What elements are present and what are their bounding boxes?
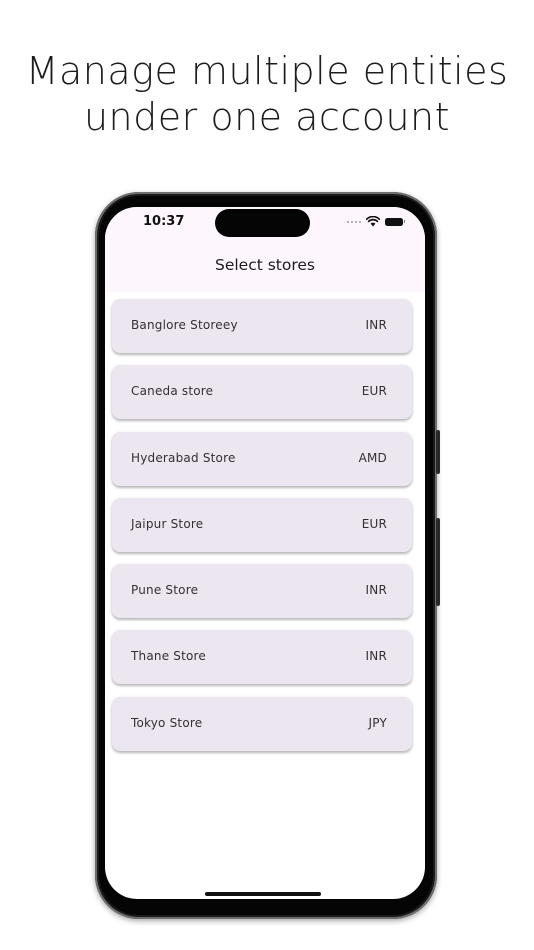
store-name: Tokyo Store bbox=[131, 715, 203, 730]
wifi-icon bbox=[366, 216, 380, 227]
store-currency: AMD bbox=[358, 450, 387, 465]
dynamic-island bbox=[215, 209, 310, 237]
store-currency: INR bbox=[365, 583, 387, 598]
store-item-pune-store[interactable]: Pune Store INR bbox=[112, 564, 412, 619]
store-item-tokyo-store[interactable]: Tokyo Store JPY bbox=[112, 696, 412, 751]
home-indicator[interactable] bbox=[205, 892, 321, 896]
app-bar: 10:37 Select stores bbox=[105, 207, 425, 292]
store-currency: JPY bbox=[368, 715, 387, 730]
store-name: Jaipur Store bbox=[131, 516, 204, 531]
signal-dots-icon bbox=[347, 220, 361, 223]
marketing-headline-line-1: Manage multiple entities bbox=[25, 49, 509, 93]
volume-up-button bbox=[436, 430, 440, 474]
store-name: Caneda store bbox=[131, 384, 214, 399]
store-name: Pune Store bbox=[131, 583, 199, 598]
page-title: Select stores bbox=[214, 256, 316, 274]
status-time: 10:37 bbox=[143, 214, 185, 229]
phone-frame: 10:37 Select stores Banglore Storeey INR bbox=[95, 192, 440, 919]
store-name: Banglore Storeey bbox=[131, 318, 238, 332]
store-name: Thane Store bbox=[131, 649, 207, 664]
battery-icon bbox=[385, 217, 405, 226]
store-item-thane-store[interactable]: Thane Store INR bbox=[112, 630, 412, 685]
store-list: Banglore Storeey INR Caneda store EUR Hy… bbox=[112, 299, 412, 763]
store-item-caneda-store[interactable]: Caneda store EUR bbox=[112, 365, 412, 420]
store-currency: EUR bbox=[361, 516, 387, 531]
store-currency: INR bbox=[365, 649, 387, 664]
store-currency: EUR bbox=[361, 384, 387, 399]
store-item-hyderabad-store[interactable]: Hyderabad Store AMD bbox=[112, 431, 412, 486]
marketing-headline-line-2: under one account bbox=[83, 95, 451, 139]
store-item-jaipur-store[interactable]: Jaipur Store EUR bbox=[112, 497, 412, 552]
volume-down-button bbox=[436, 518, 440, 606]
store-item-banglore-storeey[interactable]: Banglore Storeey INR bbox=[112, 299, 412, 353]
store-currency: INR bbox=[365, 318, 387, 332]
phone-screen: 10:37 Select stores Banglore Storeey INR bbox=[105, 207, 425, 899]
status-icons bbox=[347, 216, 405, 227]
store-name: Hyderabad Store bbox=[131, 450, 236, 465]
